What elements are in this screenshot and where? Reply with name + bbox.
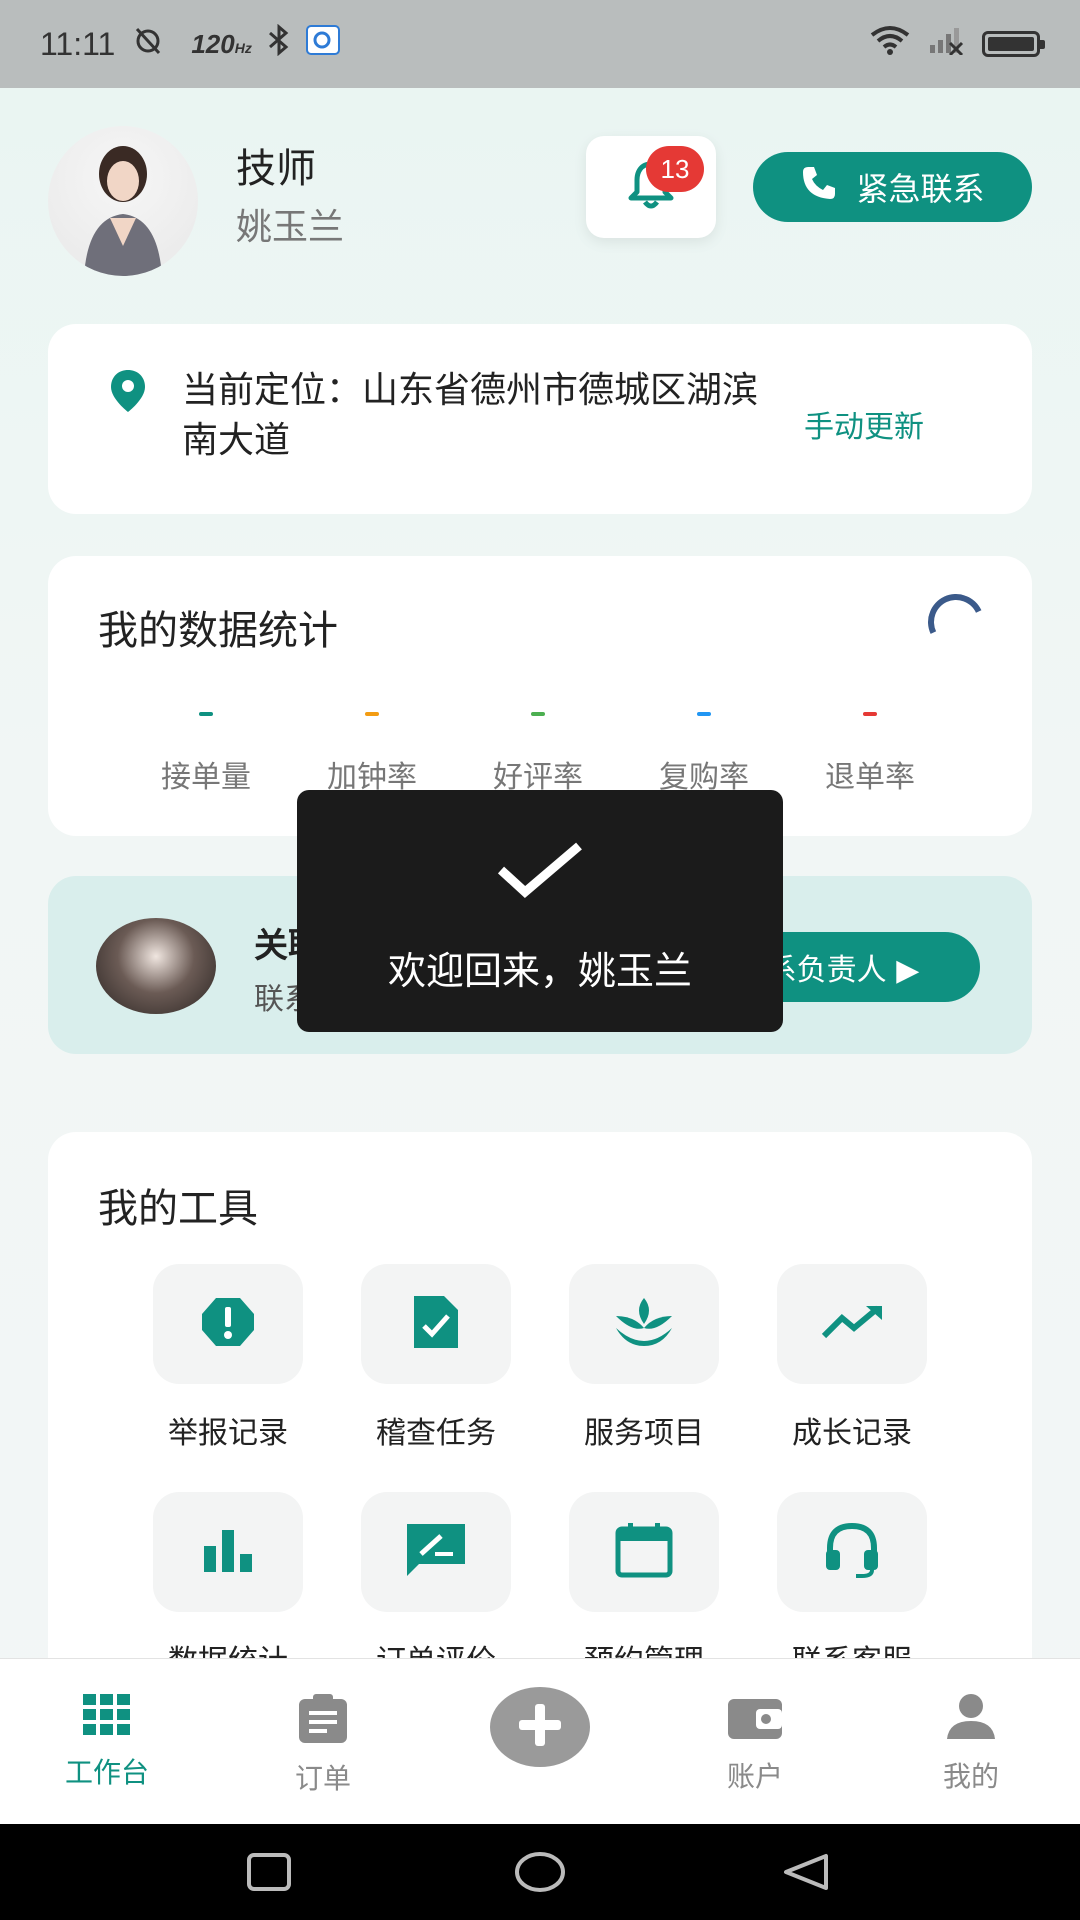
refresh-rate: 120Hz — [191, 28, 252, 59]
review-icon — [405, 1522, 467, 1582]
tool-report-records[interactable]: 举报记录 — [148, 1264, 308, 1452]
manual-update-button[interactable]: 手动更新 — [804, 402, 924, 446]
bluetooth-icon — [266, 23, 292, 64]
plus-icon — [517, 1702, 563, 1752]
emergency-contact-button[interactable]: 紧急联系 — [753, 152, 1032, 222]
nav-label: 账户 — [726, 1760, 783, 1793]
emergency-contact-label: 紧急联系 — [856, 170, 985, 208]
toast-message: 欢迎回来，姚玉兰 — [387, 949, 692, 993]
nav-orders[interactable]: 订单 — [248, 1693, 398, 1797]
tool-label: 成长记录 — [792, 1416, 912, 1451]
alarm-off-icon — [133, 25, 163, 63]
nav-mine[interactable]: 我的 — [896, 1693, 1046, 1795]
home-button[interactable] — [514, 1852, 566, 1896]
stat-value — [199, 712, 213, 716]
manager-avatar — [96, 918, 216, 1014]
stats-title: 我的数据统计 — [98, 608, 338, 654]
stat-value — [531, 712, 545, 716]
notification-badge: 13 — [646, 146, 704, 192]
inspection-icon — [410, 1292, 462, 1356]
user-role: 技师 — [236, 146, 316, 192]
tool-label: 举报记录 — [168, 1416, 288, 1451]
stat-value — [365, 712, 379, 716]
nav-account[interactable]: 账户 — [680, 1693, 830, 1795]
status-bar: 11:11 120Hz — [0, 0, 1080, 88]
battery-icon — [982, 31, 1045, 57]
nav-label: 工作台 — [64, 1756, 149, 1789]
stat-refund-rate[interactable]: 退单率 — [800, 712, 940, 796]
tool-customer-service[interactable]: 联系客服 — [772, 1492, 932, 1680]
tool-inspection-tasks[interactable]: 稽查任务 — [356, 1264, 516, 1452]
headset-icon — [822, 1520, 882, 1584]
grid-icon — [82, 1694, 132, 1741]
signal-icon — [928, 25, 964, 63]
tool-label: 稽查任务 — [376, 1416, 496, 1451]
avatar[interactable] — [48, 126, 198, 276]
wifi-icon — [870, 25, 910, 63]
app-notification-icon — [305, 25, 340, 63]
stat-value — [863, 712, 877, 716]
recent-apps-button[interactable] — [246, 1852, 292, 1896]
tool-growth-records[interactable]: 成长记录 — [772, 1264, 932, 1452]
bar-chart-icon — [202, 1528, 254, 1576]
welcome-toast: 欢迎回来，姚玉兰 — [297, 790, 783, 1032]
tool-label: 服务项目 — [584, 1416, 704, 1451]
tools-title: 我的工具 — [98, 1186, 258, 1232]
screen: 11:11 120Hz 技师 姚玉兰 13 紧急联系 当前定位：山东省德州市德城… — [0, 0, 1080, 1920]
stat-orders[interactable]: 接单量 — [136, 712, 276, 796]
nav-label: 我的 — [942, 1760, 999, 1793]
tool-order-reviews[interactable]: 订单评价 — [356, 1492, 516, 1680]
stat-repurchase-rate[interactable]: 复购率 — [634, 712, 774, 796]
tool-data-stats[interactable]: 数据统计 — [148, 1492, 308, 1680]
location-card: 当前定位：山东省德州市德城区湖滨南大道 手动更新 — [48, 324, 1032, 514]
user-name: 姚玉兰 — [236, 207, 345, 248]
checkmark-icon — [495, 840, 585, 904]
tool-service-items[interactable]: 服务项目 — [564, 1264, 724, 1452]
stat-extension-rate[interactable]: 加钟率 — [302, 712, 442, 796]
person-icon — [945, 1694, 997, 1745]
bottom-nav: 工作台 订单 账户 我的 — [0, 1658, 1080, 1824]
nav-workbench[interactable]: 工作台 — [32, 1693, 182, 1791]
nav-label: 订单 — [294, 1762, 351, 1795]
phone-icon — [800, 164, 838, 210]
calendar-icon — [614, 1521, 674, 1583]
report-icon — [198, 1292, 258, 1356]
loading-spinner-icon — [920, 586, 992, 658]
location-pin-icon — [108, 368, 148, 418]
current-location-text: 当前定位：山东省德州市德城区湖滨南大道 — [182, 370, 759, 461]
clipboard-icon — [295, 1694, 351, 1747]
stat-value — [697, 712, 711, 716]
wallet-icon — [726, 1699, 784, 1745]
status-time: 11:11 — [40, 25, 116, 62]
stat-positive-rate[interactable]: 好评率 — [468, 712, 608, 796]
back-button[interactable] — [782, 1852, 830, 1896]
tool-appointment-management[interactable]: 预约管理 — [564, 1492, 724, 1680]
add-button[interactable] — [490, 1687, 590, 1767]
trending-up-icon — [820, 1302, 884, 1346]
stat-label: 接单量 — [161, 760, 251, 795]
lotus-icon — [612, 1294, 676, 1354]
system-nav-bar — [0, 1824, 1080, 1920]
stat-label: 退单率 — [825, 760, 915, 795]
